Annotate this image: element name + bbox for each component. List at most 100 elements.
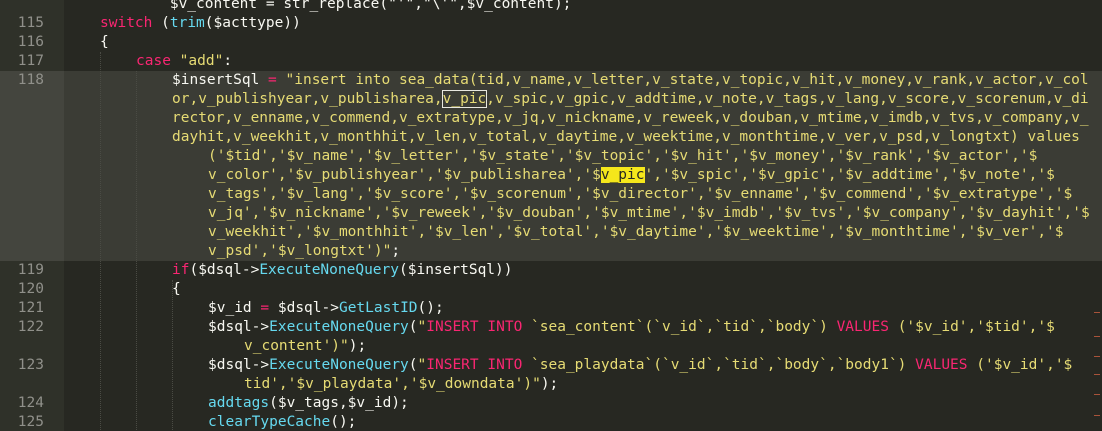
code-line[interactable]: v_jq','$v_nickname','$v_reweek','$v_doub… — [0, 204, 1102, 223]
code-token: "add" — [179, 53, 224, 69]
code-token: (); — [330, 414, 357, 430]
code-token: $v_content = str_replace("'","\'",$v_con… — [100, 0, 572, 12]
code-text: $dsql->ExecuteNoneQuery("INSERT INTO `se… — [208, 356, 1072, 375]
code-token: ($dsql-> — [189, 262, 260, 278]
code-token: ( — [408, 357, 418, 373]
code-line[interactable]: 123 $dsql->ExecuteNoneQuery("INSERT INTO … — [0, 356, 1102, 375]
code-token: addtags — [208, 395, 270, 411]
code-token: if — [172, 262, 190, 278]
line-number — [0, 128, 44, 147]
line-number: 124 — [17, 395, 44, 411]
code-token: INSERT INTO — [426, 319, 523, 335]
code-line[interactable]: $v_content = str_replace("'","\'",$v_con… — [0, 0, 1102, 14]
code-line[interactable]: 122 $dsql->ExecuteNoneQuery("INSERT INTO … — [0, 318, 1102, 337]
line-number: 119 — [17, 262, 44, 278]
code-text: $v_id = $dsql->GetLastID(); — [208, 299, 444, 318]
code-line[interactable]: v_content')"); — [0, 337, 1102, 356]
line-number — [0, 223, 44, 242]
code-line[interactable]: v_psd','$v_longtxt')"; — [0, 242, 1102, 261]
scrollbar-marker — [1094, 356, 1100, 357]
scrollbar-marker — [1094, 312, 1100, 313]
code-text: ('$tid','$v_name','$v_letter','$v_state'… — [208, 147, 1037, 166]
code-token: " — [417, 357, 427, 373]
code-line[interactable]: tid','$v_playdata','$v_downdata')"); — [0, 375, 1102, 394]
code-text: if($dsql->ExecuteNoneQuery($insertSql)) — [172, 261, 513, 280]
code-token: ); — [348, 338, 367, 354]
scrollbar-marker — [1094, 415, 1100, 416]
code-token: = — [268, 72, 277, 88]
code-token: ($acttype)) — [204, 15, 301, 31]
code-token: " — [417, 319, 427, 335]
code-token: v_psd','$v_longtxt')" — [208, 243, 392, 259]
code-text: v_weekhit','$v_monthhit','$v_len','$v_to… — [208, 223, 1064, 242]
code-line[interactable]: 118 $insertSql = "insert into sea_data(ti… — [0, 71, 1102, 90]
code-line[interactable]: 124 addtags($v_tags,$v_id); — [0, 394, 1102, 413]
code-line[interactable]: dayhit,v_weekhit,v_monthhit,v_len,v_tota… — [0, 128, 1102, 147]
code-token: $dsql-> — [208, 319, 270, 335]
code-line[interactable]: 119 if($dsql->ExecuteNoneQuery($insertSql… — [0, 261, 1102, 280]
code-line[interactable]: 117 case "add": — [0, 52, 1102, 71]
code-token: : — [223, 53, 233, 69]
code-text: clearTypeCache(); — [208, 413, 356, 431]
code-line[interactable]: v_color','$v_publishyear','$v_publishare… — [0, 166, 1102, 185]
code-line[interactable]: 121 $v_id = $dsql->GetLastID(); — [0, 299, 1102, 318]
code-token: `sea_playdata`(`v_id`,`tid`,`body`,`body… — [522, 357, 916, 373]
line-number: 116 — [17, 34, 44, 50]
code-token: INSERT INTO — [426, 357, 523, 373]
code-line[interactable]: v_weekhit','$v_monthhit','$v_len','$v_to… — [0, 223, 1102, 242]
code-text: { — [100, 33, 109, 52]
code-token: GetLastID — [338, 300, 418, 316]
code-token: ; — [391, 243, 401, 259]
code-token: $dsql-> — [208, 357, 270, 373]
code-token: ($v_tags,$v_id); — [269, 395, 409, 411]
line-number: 117 — [17, 53, 44, 69]
line-number — [0, 166, 44, 185]
line-number — [0, 185, 44, 204]
code-text: or,v_publishyear,v_publisharea,v_pic,v_s… — [172, 90, 1089, 109]
code-token: ('$v_id','$tid','$ — [888, 319, 1055, 335]
code-line[interactable]: 125 clearTypeCache(); — [0, 413, 1102, 431]
line-number — [0, 109, 44, 128]
code-text: dayhit,v_weekhit,v_monthhit,v_len,v_tota… — [172, 128, 1080, 147]
code-line[interactable]: rector,v_enname,v_commend,v_extratype,v_… — [0, 109, 1102, 128]
code-line[interactable]: 116 { — [0, 33, 1102, 52]
code-text: rector,v_enname,v_commend,v_extratype,v_… — [172, 109, 1089, 128]
scrollbar-marker — [1094, 394, 1100, 395]
search-match: v_pic — [441, 90, 488, 108]
code-line[interactable]: 120 { — [0, 280, 1102, 299]
code-token: case — [136, 53, 171, 69]
line-number: 123 — [17, 357, 44, 373]
code-token: { — [100, 34, 109, 50]
code-text: $dsql->ExecuteNoneQuery("INSERT INTO `se… — [208, 318, 1055, 337]
code-text: switch (trim($acttype)) — [100, 14, 301, 33]
code-token: rector,v_enname,v_commend,v_extratype,v_… — [172, 110, 1089, 126]
code-token: (); — [417, 300, 444, 316]
code-line[interactable]: ('$tid','$v_name','$v_letter','$v_state'… — [0, 147, 1102, 166]
code-line[interactable]: 115 switch (trim($acttype)) — [0, 14, 1102, 33]
scrollbar-marker — [1094, 336, 1100, 337]
code-token: `sea_content`(`v_id`,`tid`,`body`) — [522, 319, 837, 335]
code-editor[interactable]: $v_content = str_replace("'","\'",$v_con… — [0, 0, 1102, 431]
line-number — [0, 147, 44, 166]
code-token: VALUES — [836, 319, 889, 335]
code-token: or,v_publishyear,v_publisharea, — [172, 91, 443, 107]
code-text: case "add": — [136, 52, 232, 71]
line-number: 115 — [17, 15, 44, 31]
code-line[interactable]: v_tags','$v_lang','$v_score','$v_scorenu… — [0, 185, 1102, 204]
code-text: tid','$v_playdata','$v_downdata')"); — [244, 375, 558, 394]
code-token: ExecuteNoneQuery — [259, 262, 399, 278]
code-text: $insertSql = "insert into sea_data(tid,v… — [172, 71, 1089, 90]
code-token: $v_id — [208, 300, 261, 316]
code-token: ','$v_spic','$v_gpic','$v_addtime','$v_n… — [644, 167, 1055, 183]
code-token: ( — [152, 15, 170, 31]
code-token: ($insertSql)) — [399, 262, 513, 278]
code-line[interactable]: or,v_publishyear,v_publisharea,v_pic,v_s… — [0, 90, 1102, 109]
code-text: addtags($v_tags,$v_id); — [208, 394, 409, 413]
code-token: ('$tid','$v_name','$v_letter','$v_state'… — [208, 148, 1038, 164]
line-number: 118 — [17, 72, 44, 88]
code-text: v_psd','$v_longtxt')"; — [208, 242, 400, 261]
code-token: v_jq','$v_nickname','$v_reweek','$v_doub… — [208, 205, 1090, 221]
code-text: v_tags','$v_lang','$v_score','$v_scorenu… — [208, 185, 1072, 204]
